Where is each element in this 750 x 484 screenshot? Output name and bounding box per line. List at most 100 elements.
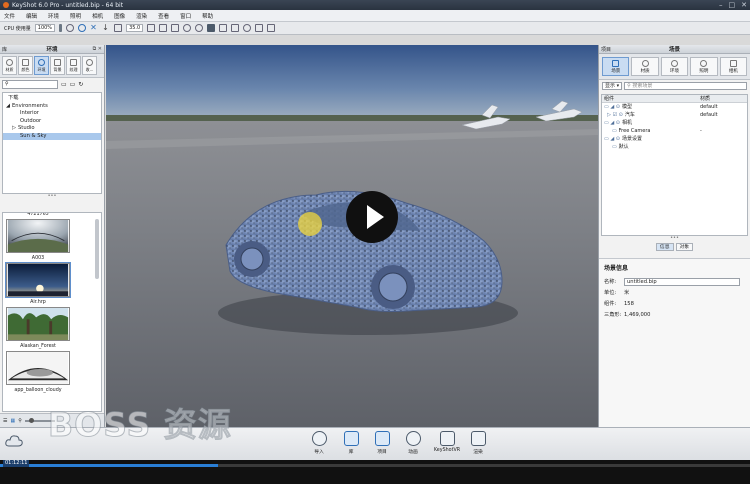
keyshotvr-button[interactable]: KeyShotVR (431, 431, 463, 459)
library-button[interactable]: 库 (338, 431, 364, 459)
tab-textures[interactable]: 纹理 (66, 56, 81, 75)
video-progress-track[interactable] (0, 464, 750, 467)
image-output-icon[interactable] (267, 24, 276, 32)
render-image (106, 45, 598, 427)
history-icon[interactable] (243, 24, 252, 32)
tab-environments[interactable]: 环境 (34, 56, 49, 75)
clipboard-icon[interactable] (255, 24, 264, 32)
tab-colors[interactable]: 颜色 (18, 56, 33, 75)
pause-icon[interactable] (59, 24, 63, 32)
menu-image[interactable]: 图像 (114, 12, 125, 20)
scene-row-name: Free Camera (618, 128, 651, 134)
scene-row[interactable]: ▭ 默认 (602, 143, 747, 151)
scene-row[interactable]: ▭ Free Camera - (602, 127, 747, 135)
panel-controls[interactable]: ⧉ ✕ (93, 46, 102, 52)
geometry-view-icon[interactable] (207, 24, 216, 32)
library-refresh-icon[interactable]: ↻ (78, 81, 83, 88)
video-timestamp: 01:12:11 (3, 460, 30, 467)
tab-info[interactable]: 信息 (655, 243, 674, 251)
video-play-button[interactable] (346, 191, 398, 243)
video-progress-fill (0, 464, 218, 467)
tab-materials[interactable]: 材质 (2, 56, 17, 75)
tab-material[interactable]: 材质 (631, 57, 659, 76)
project-button[interactable]: 项目 (369, 431, 395, 459)
scene-row[interactable]: ▭ ◢ ⊙ 相机 (602, 119, 747, 127)
keyshot-cloud-icon[interactable] (5, 434, 23, 448)
tab-backplates[interactable]: 背景 (50, 56, 65, 75)
tab-scene[interactable]: 场景 (602, 57, 630, 76)
camera-icon[interactable] (114, 24, 123, 32)
pan-icon[interactable] (159, 24, 168, 32)
tree-item[interactable]: ▷ Studio (3, 125, 101, 133)
fov-field[interactable]: 35.0 (126, 24, 144, 32)
thumbnail-item[interactable]: Alaskan_Forest (6, 307, 70, 351)
menu-render[interactable]: 渲染 (136, 12, 147, 20)
maximize-button[interactable]: □ (729, 1, 736, 9)
render-button[interactable]: 渲染 (465, 431, 491, 459)
column-header-part[interactable]: 组件 (602, 95, 700, 102)
scene-row-name: 场景设置 (621, 136, 642, 142)
thumbnail-item[interactable]: A003 (6, 219, 70, 263)
grid-view-icon[interactable]: ▦ (10, 418, 15, 424)
thumbnail-item[interactable]: 4721765 (6, 213, 70, 219)
environments-icon (38, 59, 45, 66)
tree-item[interactable]: 下载 (3, 95, 101, 103)
row-toggle-icons: ▭ (604, 128, 617, 134)
material-icon (641, 60, 649, 67)
dolly-icon[interactable] (171, 24, 180, 32)
refresh-icon[interactable] (78, 24, 87, 32)
menu-edit[interactable]: 编辑 (26, 12, 37, 20)
tab-camera[interactable]: 相机 (719, 57, 748, 76)
thumbnail-item[interactable]: Air.hrp (5, 262, 71, 307)
center-view-icon[interactable]: ✕ (90, 24, 98, 32)
import-folder-icon[interactable]: ▭ (61, 81, 67, 88)
close-button[interactable]: ✕ (741, 1, 747, 9)
real-time-viewport[interactable] (106, 45, 598, 427)
list-view-icon[interactable]: ☰ (3, 418, 7, 424)
rotate-icon[interactable] (183, 24, 192, 32)
menu-view[interactable]: 查看 (158, 12, 169, 20)
scene-row[interactable]: ▭ ◢ ⊙ 模型 default (602, 103, 747, 111)
reset-camera-icon[interactable] (195, 24, 204, 32)
parts-row: 组件: 158 (604, 298, 745, 309)
library-search-input[interactable]: ⚲ (2, 79, 58, 89)
scene-search-input[interactable]: ⚲ 搜索场景 (624, 82, 747, 90)
tab-environment[interactable]: 环境 (660, 57, 689, 76)
cpu-usage-dropdown[interactable]: 100% (34, 24, 56, 32)
menu-camera[interactable]: 相机 (92, 12, 103, 20)
menu-file[interactable]: 文件 (4, 12, 15, 20)
screenshot-icon[interactable] (219, 24, 228, 32)
animation-button[interactable]: 动画 (400, 431, 426, 459)
menu-lighting[interactable]: 照明 (70, 12, 81, 20)
tab-lighting[interactable]: 照明 (690, 57, 718, 76)
column-header-material[interactable]: 材质 (700, 95, 747, 102)
performance-mode-icon[interactable] (66, 24, 75, 32)
scene-name-field[interactable]: untitled.bip (624, 277, 740, 286)
menu-help[interactable]: 帮助 (202, 12, 213, 20)
tree-item[interactable]: Interior (3, 110, 101, 118)
show-dropdown[interactable]: 显示 ▾ (602, 82, 623, 90)
keyshot-logo-icon (3, 2, 9, 8)
splitter-handle[interactable]: ••• (0, 194, 104, 200)
scene-row-name: 汽车 (624, 112, 635, 118)
tab-object[interactable]: 对象 (675, 243, 694, 251)
add-folder-icon[interactable]: ▭ (70, 81, 76, 88)
zoom-out-icon[interactable]: ⚲ (18, 418, 22, 424)
menu-window[interactable]: 窗口 (180, 12, 191, 20)
menu-environment[interactable]: 环境 (48, 12, 59, 20)
region-render-icon[interactable] (231, 24, 240, 32)
row-toggle-icons: ▭ ◢ ⊙ (604, 136, 620, 142)
thumbnails-scrollbar[interactable] (95, 219, 99, 279)
tree-item[interactable]: ◢ Environments (3, 103, 101, 111)
tumble-icon[interactable] (147, 24, 156, 32)
thumbnail-item[interactable]: app_balloon_cloudy (6, 351, 70, 395)
minimize-button[interactable]: – (719, 1, 723, 9)
project-tabs: 场景 材质 环境 照明 相机 (599, 54, 750, 80)
tree-item[interactable]: Outdoor (3, 118, 101, 126)
scene-row[interactable]: ▷ ☑ ⊙ 汽车 default (602, 111, 747, 119)
scene-row[interactable]: ▭ ◢ ⊙ 场景设置 (602, 135, 747, 143)
tab-favorites[interactable]: 收... (82, 56, 97, 75)
import-button[interactable]: 导入 (306, 431, 332, 459)
drop-to-ground-icon[interactable]: ↓ (102, 24, 110, 32)
tree-item[interactable]: Sun & Sky (3, 132, 101, 140)
